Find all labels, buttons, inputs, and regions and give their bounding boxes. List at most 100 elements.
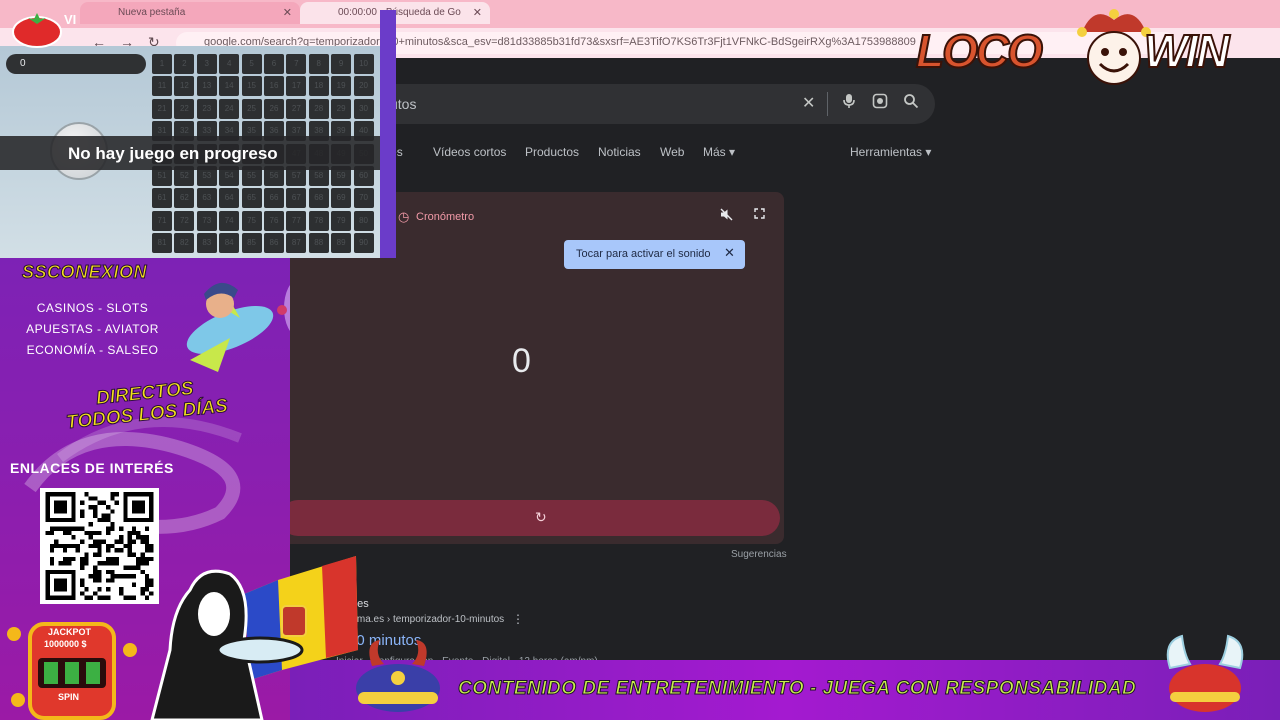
- bingo-cell: 80: [353, 210, 374, 231]
- close-icon[interactable]: ✕: [283, 6, 292, 19]
- bingo-cell: 84: [219, 233, 240, 254]
- bingo-frame-border: [380, 10, 396, 258]
- bingo-cell: 61: [152, 188, 172, 209]
- bingo-cell: 22: [174, 98, 195, 119]
- bingo-cell: 71: [152, 210, 172, 231]
- tooltip-text: Tocar para activar el sonido: [576, 248, 711, 260]
- topic-casinos: CASINOS - SLOTS: [36, 301, 149, 315]
- topic-apuestas: APUESTAS - AVIATOR: [26, 322, 159, 336]
- bingo-cell: 65: [241, 188, 262, 209]
- tab-products[interactable]: Productos: [525, 145, 579, 159]
- suggestions-link[interactable]: Sugerencias: [731, 549, 787, 560]
- bingo-cell: 62: [174, 188, 195, 209]
- bingo-cell: 3: [196, 54, 217, 74]
- bingo-cell: 82: [174, 233, 195, 254]
- bingo-counter: 0: [6, 54, 146, 74]
- logo-text-loco: LOCO: [915, 24, 1044, 78]
- bingo-cell: 25: [241, 98, 262, 119]
- tab-more-label: Más: [703, 145, 726, 159]
- bingo-cell: 85: [241, 233, 262, 254]
- bingo-cell: 78: [308, 210, 329, 231]
- bingo-cell: 28: [308, 98, 329, 119]
- search-icon[interactable]: [903, 93, 919, 114]
- close-icon[interactable]: ✕: [473, 6, 482, 19]
- bingo-cell: 73: [196, 210, 217, 231]
- bingo-cell: 8: [308, 54, 329, 74]
- bingo-cell: 67: [286, 188, 307, 209]
- mute-icon[interactable]: [720, 208, 733, 224]
- clear-icon[interactable]: ✕: [802, 93, 815, 113]
- bingo-cell: 89: [331, 233, 352, 254]
- sound-tooltip: Tocar para activar el sonido ✕: [564, 240, 745, 269]
- bingo-widget: 0 1 2 3 4 5 6 7 8 9 10 11 12 13 14 15 16 17 18 19 20 21 22 23 2…: [0, 46, 380, 258]
- locowin-logo: LOCO WIN: [915, 2, 1280, 86]
- pilot-plane-mascot: [186, 282, 290, 372]
- search-box[interactable]: utos ✕: [330, 84, 935, 124]
- tab-more[interactable]: Más ▾: [703, 145, 735, 159]
- tab-label: Nueva pestaña: [118, 7, 186, 18]
- bingo-cell: 19: [331, 76, 352, 97]
- slot-jackpot-amount: 1000000 $: [44, 639, 87, 649]
- bingo-cell: 16: [263, 76, 284, 97]
- tomato-label: VI: [64, 12, 77, 27]
- bingo-cell: 27: [286, 98, 307, 119]
- bingo-cell: 75: [241, 210, 262, 231]
- more-vert-icon[interactable]: ⋮: [512, 612, 524, 626]
- winged-helmet-icon: [1166, 634, 1244, 712]
- bingo-cell: 29: [331, 98, 352, 119]
- reset-button[interactable]: ↻: [280, 500, 780, 536]
- stopwatch-title[interactable]: Cronómetro: [416, 211, 474, 223]
- bingo-cell: 74: [219, 210, 240, 231]
- slot-spin-label: SPIN: [58, 692, 80, 702]
- caret-down-icon: ▾: [925, 145, 932, 159]
- bingo-cell: 63: [196, 188, 217, 209]
- bingo-cell: 79: [331, 210, 352, 231]
- bingo-cell: 86: [263, 233, 284, 254]
- lens-icon[interactable]: [872, 93, 888, 114]
- bingo-cell: 68: [308, 188, 329, 209]
- bingo-cell: 4: [219, 54, 240, 74]
- links-heading: ENLACES DE INTERÉS: [10, 460, 174, 476]
- tools-label: Herramientas: [850, 145, 923, 159]
- close-icon[interactable]: ✕: [724, 245, 735, 261]
- bingo-cell: 72: [174, 210, 195, 231]
- bingo-cell: 5: [241, 54, 262, 74]
- bingo-cell: 69: [331, 188, 352, 209]
- result-url[interactable]: arma.es › temporizador-10-minutos: [348, 614, 504, 625]
- virgin-flag-illustration: [150, 556, 358, 720]
- bingo-cell: 15: [241, 76, 262, 97]
- bingo-cell: 24: [219, 98, 240, 119]
- jester-icon: [1077, 9, 1151, 85]
- bingo-cell: 11: [152, 76, 172, 97]
- tab-new-tab[interactable]: Nueva pestaña ✕: [80, 2, 300, 24]
- tab-short-videos[interactable]: Vídeos cortos: [433, 145, 506, 159]
- bingo-cell: 70: [353, 188, 374, 209]
- bingo-cell: 20: [353, 76, 374, 97]
- bingo-cell: 18: [308, 76, 329, 97]
- search-divider: [827, 92, 828, 116]
- caret-down-icon: ▾: [729, 145, 736, 159]
- bingo-cell: 1: [152, 54, 172, 74]
- topic-economia: ECONOMÍA - SALSEO: [26, 343, 159, 357]
- microphone-icon[interactable]: [842, 93, 856, 114]
- bingo-cell: 10: [353, 54, 374, 74]
- tab-label: 00:00:00 - Búsqueda de Go: [338, 7, 461, 18]
- disclaimer-text: CONTENIDO DE ENTRETENIMIENTO - JUEGA CON…: [457, 678, 1137, 700]
- tab-news[interactable]: Noticias: [598, 145, 641, 159]
- bingo-cell: 30: [353, 98, 374, 119]
- brand-logo: SSCONEXION: [21, 262, 148, 283]
- bingo-cell: 9: [331, 54, 352, 74]
- fullscreen-icon[interactable]: [754, 208, 765, 222]
- bingo-cell: 26: [263, 98, 284, 119]
- slot-jackpot-label: JACKPOT: [48, 627, 92, 637]
- tab-web[interactable]: Web: [660, 145, 684, 159]
- bingo-cell: 76: [263, 210, 284, 231]
- tools-menu[interactable]: Herramientas ▾: [850, 145, 931, 159]
- bingo-cell: 66: [263, 188, 284, 209]
- bingo-cell: 81: [152, 233, 172, 254]
- bingo-cell: 14: [219, 76, 240, 97]
- tomato-logo: [12, 13, 62, 48]
- bingo-cell: 90: [353, 233, 374, 254]
- bingo-cell: 12: [174, 76, 195, 97]
- bingo-status-text: No hay juego en progreso: [68, 144, 278, 163]
